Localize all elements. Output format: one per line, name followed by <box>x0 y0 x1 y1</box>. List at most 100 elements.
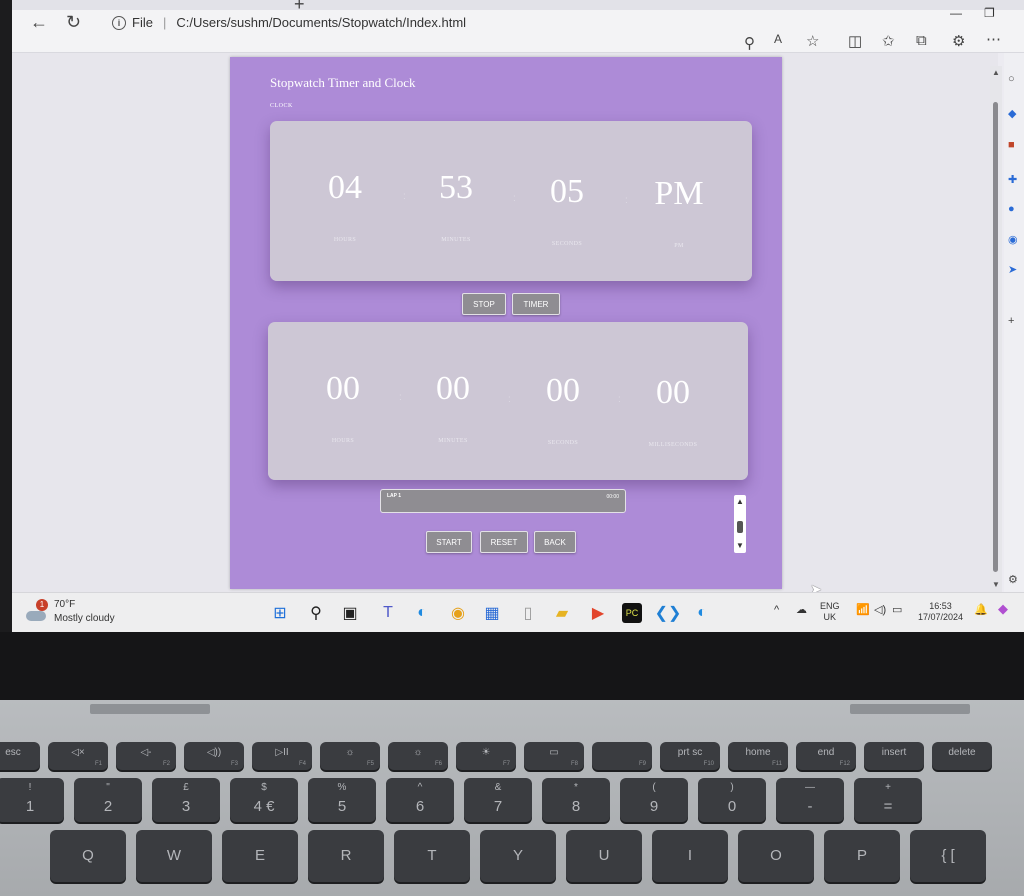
search-icon[interactable]: ⚲ <box>306 603 326 623</box>
key-1[interactable]: " 2 <box>74 778 142 822</box>
page-scrollbar[interactable]: ▲ ▼ <box>990 66 1002 592</box>
key-label: ☀ <box>481 747 491 758</box>
edge-active-icon[interactable]: ◐ <box>692 603 712 623</box>
scroll-up-icon[interactable]: ▲ <box>992 68 1000 77</box>
key-r[interactable]: R <box>308 830 384 882</box>
timer-button[interactable]: TIMER <box>512 293 560 315</box>
key-3[interactable]: $4 € <box>230 778 298 822</box>
scroll-down-icon[interactable]: ▼ <box>736 541 744 550</box>
key-11[interactable]: + = <box>854 778 922 822</box>
scroll-thumb[interactable] <box>737 521 743 533</box>
chevron-up-icon[interactable]: ^ <box>774 605 779 616</box>
stop-button[interactable]: STOP <box>462 293 506 315</box>
favorites-icon[interactable]: ✩ <box>882 32 895 50</box>
back-button[interactable]: BACK <box>534 531 576 553</box>
key-2[interactable]: £3 <box>152 778 220 822</box>
key-9[interactable]: ) 0 <box>698 778 766 822</box>
key-0[interactable]: ! 1 <box>0 778 64 822</box>
key-o[interactable]: O <box>738 830 814 882</box>
info-icon[interactable]: i <box>112 15 126 30</box>
key-☼[interactable]: ☼ F5 <box>320 742 380 770</box>
outlook-icon[interactable]: ◉ <box>1008 233 1018 246</box>
store-icon[interactable]: ▦ <box>482 603 502 623</box>
key-6[interactable]: & 7 <box>464 778 532 822</box>
key-prt-sc[interactable]: prt sc F10 <box>660 742 720 770</box>
clock-tray[interactable]: 16:53 17/07/2024 <box>918 601 963 623</box>
lap-scrollbar[interactable]: ▲ ▼ <box>734 495 746 553</box>
favorite-star-icon[interactable]: ☆ <box>806 32 819 50</box>
key-4[interactable]: % 5 <box>308 778 376 822</box>
key-[interactable]: { [ <box>910 830 986 882</box>
key-◁-[interactable]: ◁- F2 <box>116 742 176 770</box>
key-▷II[interactable]: ▷II F4 <box>252 742 312 770</box>
scroll-down-icon[interactable]: ▼ <box>992 580 1000 589</box>
games-icon[interactable]: ● <box>1008 203 1015 215</box>
volume-icon[interactable]: ◁) <box>874 605 886 616</box>
notification-bell-icon[interactable]: 🔔 <box>974 605 988 616</box>
new-tab-button[interactable]: + <box>294 0 305 15</box>
media-player-icon[interactable]: ▶ <box>588 603 608 623</box>
key-☼[interactable]: ☼ F6 <box>388 742 448 770</box>
file-explorer-icon[interactable]: ▰ <box>552 603 572 623</box>
copilot-icon[interactable]: ◆ <box>1008 107 1016 120</box>
edge-icon[interactable]: ◐ <box>412 603 432 623</box>
collections-icon[interactable]: ⧉ <box>916 32 927 49</box>
key-◁×[interactable]: ◁× F1 <box>48 742 108 770</box>
key-◁))[interactable]: ◁)) F3 <box>184 742 244 770</box>
key-8[interactable]: (9 <box>620 778 688 822</box>
extensions-icon[interactable]: ⚙ <box>952 32 965 50</box>
tools-icon[interactable]: ✚ <box>1008 173 1017 186</box>
key-end[interactable]: end F12 <box>796 742 856 770</box>
key-w[interactable]: W <box>136 830 212 882</box>
battery-icon[interactable]: ▭ <box>892 605 902 616</box>
key-F9[interactable]: F9 <box>592 742 652 770</box>
vscode-icon[interactable]: ❮❯ <box>655 603 682 623</box>
wifi-icon[interactable]: 📶 <box>856 605 870 616</box>
scroll-thumb[interactable] <box>993 102 998 572</box>
key-insert[interactable]: insert <box>864 742 924 770</box>
key-delete[interactable]: delete <box>932 742 992 770</box>
chrome-icon[interactable]: ◉ <box>448 603 468 623</box>
onedrive-icon[interactable]: ☁ <box>796 605 807 616</box>
notepad-icon[interactable]: ▯ <box>518 603 538 623</box>
task-view-icon[interactable]: ▣ <box>340 603 360 623</box>
key-y[interactable]: Y <box>480 830 556 882</box>
key-7[interactable]: * 8 <box>542 778 610 822</box>
split-screen-icon[interactable]: ◫ <box>848 32 862 50</box>
settings-gear-icon[interactable]: ⚙ <box>1008 573 1018 586</box>
scroll-up-icon[interactable]: ▲ <box>736 497 744 506</box>
shopping-icon[interactable]: ■ <box>1008 139 1015 151</box>
key-i[interactable]: I <box>652 830 728 882</box>
teams-icon[interactable]: T <box>378 603 398 623</box>
key-home[interactable]: home F11 <box>728 742 788 770</box>
key-10[interactable]: — - <box>776 778 844 822</box>
copilot-icon[interactable]: ◆ <box>998 602 1008 615</box>
start-button[interactable]: START <box>426 531 472 553</box>
key-▭[interactable]: ▭ F8 <box>524 742 584 770</box>
language-indicator[interactable]: ENG UK <box>820 601 840 623</box>
add-icon[interactable]: + <box>1008 315 1014 327</box>
zoom-icon[interactable]: ⚲ <box>744 34 755 52</box>
search-icon[interactable]: ○ <box>1008 73 1015 85</box>
key-☀[interactable]: ☀ F7 <box>456 742 516 770</box>
back-arrow-icon[interactable]: ← <box>30 12 48 33</box>
pycharm-icon[interactable]: PC <box>622 603 642 623</box>
key-sublabel: F7 <box>502 761 510 767</box>
key-t[interactable]: T <box>394 830 470 882</box>
refresh-icon[interactable]: ↻ <box>66 12 81 33</box>
reset-button[interactable]: RESET <box>480 531 528 553</box>
key-5[interactable]: ^ 6 <box>386 778 454 822</box>
key-esc[interactable]: esc <box>0 742 40 770</box>
send-icon[interactable]: ➤ <box>1008 263 1017 276</box>
key-p[interactable]: P <box>824 830 900 882</box>
lap-list[interactable]: LAP 1 00:00 <box>380 489 626 513</box>
restore-button[interactable]: ❐ <box>984 6 995 20</box>
windows-start-icon[interactable]: ⊞ <box>270 603 290 623</box>
key-e[interactable]: E <box>222 830 298 882</box>
more-menu-icon[interactable]: ⋯ <box>986 30 1001 48</box>
minimize-button[interactable]: — <box>950 6 962 20</box>
key-u[interactable]: U <box>566 830 642 882</box>
address-field[interactable]: i File | C:/Users/sushm/Documents/Stopwa… <box>112 15 466 30</box>
key-q[interactable]: Q <box>50 830 126 882</box>
read-aloud-icon[interactable]: A <box>774 32 782 46</box>
